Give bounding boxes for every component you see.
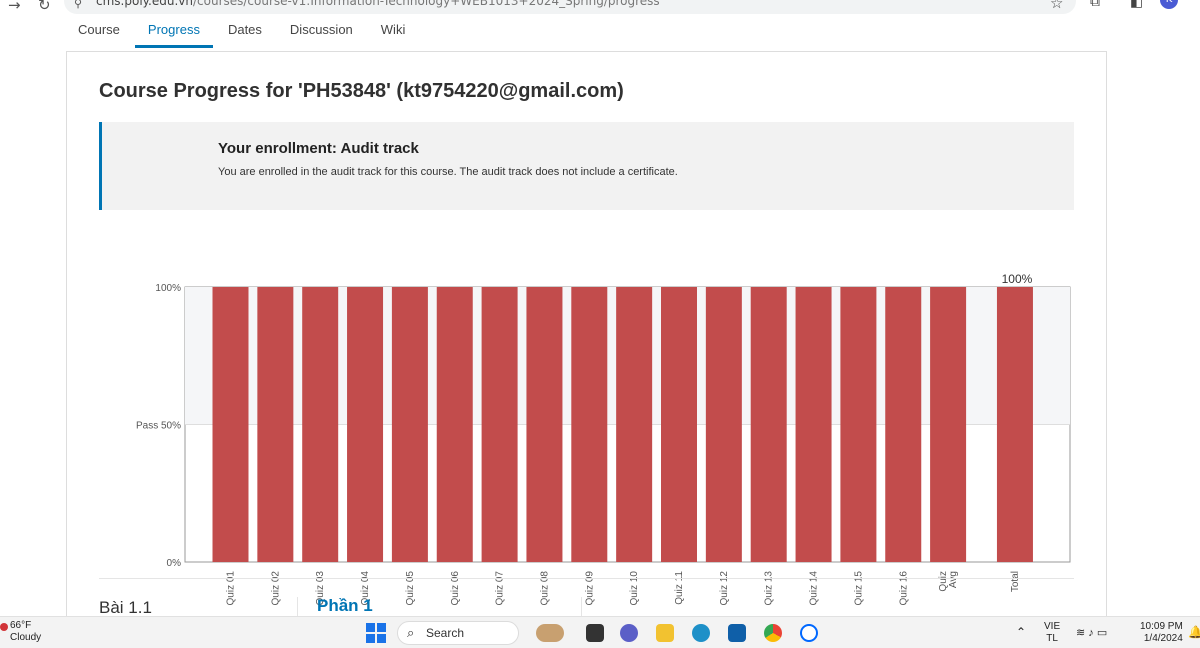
section-title[interactable]: Bài 1.1 (99, 598, 152, 618)
task-view-icon[interactable] (586, 624, 604, 642)
clock-time: 10:09 PM (1140, 621, 1183, 632)
weather-condition: Cloudy (10, 632, 42, 643)
enrollment-title: Your enrollment: Audit track (218, 140, 419, 157)
search-highlight-icon[interactable] (536, 624, 564, 642)
weather-widget[interactable]: 66°F Cloudy (0, 620, 42, 644)
bar (705, 287, 742, 562)
x-tick-label: Quiz 09 (584, 571, 595, 606)
course-tabs: Course Progress Dates Discussion Wiki (78, 18, 433, 48)
tab-progress[interactable]: Progress (134, 18, 213, 48)
y-tick-label: Pass 50% (136, 421, 181, 432)
x-tick-label: Quiz 12 (719, 571, 730, 606)
bar (750, 287, 787, 562)
bar (885, 287, 922, 562)
bar (616, 287, 653, 562)
x-tick-label: Quiz 02 (270, 571, 281, 606)
total-value-label: 100% (1002, 272, 1033, 286)
bar (257, 287, 294, 562)
taskbar-search[interactable]: ⌕ Search (397, 621, 519, 645)
bar (930, 287, 967, 562)
y-tick-label: 0% (167, 558, 182, 569)
tab-discussion[interactable]: Discussion (290, 18, 353, 48)
bar (302, 287, 339, 562)
language-code: VIE (1044, 621, 1061, 632)
url-domain: cms.poly.edu.vn (96, 0, 193, 8)
windows-start-icon[interactable] (366, 623, 386, 643)
bar (391, 287, 428, 562)
x-tick-label: Total (1010, 571, 1021, 592)
weather-temp: 66°F (10, 620, 32, 631)
site-info-icon[interactable]: ⚲ (74, 0, 82, 10)
x-tick-label: Quiz 08 (539, 571, 550, 606)
tray-chevron-icon[interactable]: ⌃ (1016, 625, 1026, 639)
profile-avatar[interactable]: K (1160, 0, 1178, 9)
bar (840, 287, 877, 562)
x-tick-label: Quiz 07 (495, 571, 506, 606)
sidepanel-icon[interactable]: ◧ (1130, 0, 1143, 10)
bar (526, 287, 563, 562)
section-divider (99, 578, 1074, 579)
bar (795, 287, 832, 562)
edge-browser-icon[interactable] (692, 624, 710, 642)
x-tick-label: Quiz 01 (226, 571, 237, 606)
language-indicator[interactable]: VIE TL (1044, 621, 1060, 645)
tab-wiki[interactable]: Wiki (381, 18, 406, 48)
reload-icon[interactable]: ↻ (38, 0, 51, 14)
extensions-icon[interactable]: ⧉ (1090, 0, 1100, 10)
taskbar: 66°F Cloudy ⌕ Search ⌃ VIE TL ≋ ♪ ▭ 10:0… (0, 616, 1200, 648)
bar (436, 287, 473, 562)
x-tick-label: Avg (948, 571, 959, 588)
bookmark-star-icon[interactable]: ☆ (1050, 0, 1063, 12)
search-icon: ⌕ (407, 625, 415, 640)
chat-icon[interactable] (620, 624, 638, 642)
notification-bell-icon[interactable]: 🔔 (1188, 625, 1200, 639)
clock[interactable]: 10:09 PM 1/4/2024 (1140, 621, 1183, 645)
bar (212, 287, 249, 562)
x-tick-label: Quiz 16 (898, 571, 909, 606)
subsection-link[interactable]: Phần 1 (317, 596, 373, 616)
page-title: Course Progress for 'PH53848' (kt9754220… (99, 80, 624, 102)
zalo-icon[interactable] (800, 624, 818, 642)
url-text[interactable]: cms.poly.edu.vn/courses/course-v1:Inform… (96, 0, 660, 8)
progress-chart: 100%Pass 50%0%Quiz 01 Quiz 02 Quiz 03 Quiz … (136, 272, 1071, 606)
tab-course[interactable]: Course (78, 18, 120, 48)
chrome-icon[interactable] (764, 624, 782, 642)
clock-date: 1/4/2024 (1143, 633, 1183, 644)
bar (571, 287, 608, 562)
progress-panel: Course Progress for 'PH53848' (kt9754220… (66, 51, 1107, 632)
browser-toolbar: → ↻ ⚲ cms.poly.edu.vn/courses/course-v1:… (0, 0, 1200, 18)
enrollment-banner: Your enrollment: Audit track You are enr… (99, 122, 1074, 210)
bar (661, 287, 697, 562)
file-explorer-icon[interactable] (656, 624, 674, 642)
notification-badge (0, 623, 8, 631)
tab-dates[interactable]: Dates (228, 18, 262, 48)
x-tick-label: Quiz 15 (853, 571, 864, 606)
keyboard-layout: TL (1046, 633, 1058, 644)
x-tick-label: Quiz 06 (450, 571, 461, 606)
bar (996, 287, 1033, 562)
x-tick-label: Quiz 11 (674, 571, 685, 605)
x-tick-label: Quiz 13 (764, 571, 775, 606)
search-label: Search (426, 626, 465, 640)
x-tick-label: Quiz 14 (809, 571, 820, 606)
url-path: /courses/course-v1:Information-Technolog… (192, 0, 660, 8)
x-tick-label: Quiz 05 (405, 571, 416, 606)
enrollment-text: You are enrolled in the audit track for … (218, 166, 678, 178)
y-tick-label: 100% (155, 283, 181, 294)
back-icon[interactable]: → (8, 0, 21, 14)
x-tick-label: Quiz 10 (629, 571, 640, 606)
bar (347, 287, 384, 562)
bar (481, 287, 518, 562)
store-icon[interactable] (728, 624, 746, 642)
wifi-volume-battery-icon[interactable]: ≋ ♪ ▭ (1076, 626, 1107, 639)
